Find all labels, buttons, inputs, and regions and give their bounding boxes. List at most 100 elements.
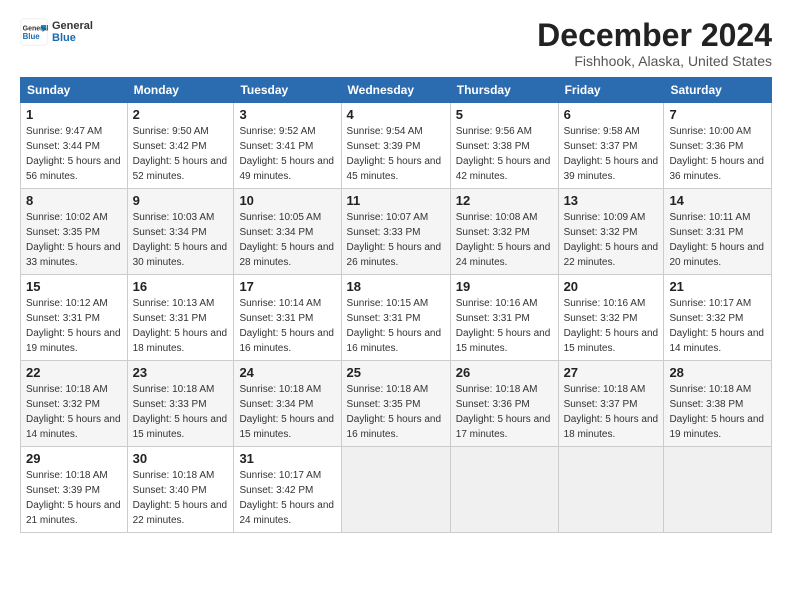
day-number: 27 [564, 365, 659, 380]
day-number: 20 [564, 279, 659, 294]
table-row: 20 Sunrise: 10:16 AMSunset: 3:32 PMDayli… [558, 275, 664, 361]
page: General Blue General Blue December 2024 … [0, 0, 792, 612]
day-number: 15 [26, 279, 122, 294]
table-row: 27 Sunrise: 10:18 AMSunset: 3:37 PMDayli… [558, 361, 664, 447]
day-number: 25 [347, 365, 445, 380]
day-info: Sunrise: 10:13 AMSunset: 3:31 PMDaylight… [133, 296, 229, 356]
day-number: 31 [239, 451, 335, 466]
day-info: Sunrise: 10:18 AMSunset: 3:34 PMDaylight… [239, 382, 335, 442]
day-number: 8 [26, 193, 122, 208]
day-info: Sunrise: 10:18 AMSunset: 3:36 PMDaylight… [456, 382, 553, 442]
calendar-header-row: Sunday Monday Tuesday Wednesday Thursday… [21, 78, 772, 103]
table-row: 29 Sunrise: 10:18 AMSunset: 3:39 PMDayli… [21, 447, 128, 533]
table-row: 17 Sunrise: 10:14 AMSunset: 3:31 PMDayli… [234, 275, 341, 361]
svg-text:Blue: Blue [23, 32, 41, 41]
header: General Blue General Blue December 2024 … [20, 18, 772, 69]
logo-general: General [52, 20, 93, 32]
calendar-week-row: 15 Sunrise: 10:12 AMSunset: 3:31 PMDayli… [21, 275, 772, 361]
table-row: 10 Sunrise: 10:05 AMSunset: 3:34 PMDayli… [234, 189, 341, 275]
day-info: Sunrise: 9:50 AMSunset: 3:42 PMDaylight:… [133, 124, 229, 184]
col-friday: Friday [558, 78, 664, 103]
col-thursday: Thursday [450, 78, 558, 103]
table-row: 9 Sunrise: 10:03 AMSunset: 3:34 PMDaylig… [127, 189, 234, 275]
day-info: Sunrise: 10:18 AMSunset: 3:32 PMDaylight… [26, 382, 122, 442]
day-info: Sunrise: 10:17 AMSunset: 3:42 PMDaylight… [239, 468, 335, 528]
table-row [558, 447, 664, 533]
day-info: Sunrise: 10:00 AMSunset: 3:36 PMDaylight… [669, 124, 766, 184]
day-number: 17 [239, 279, 335, 294]
calendar-week-row: 1 Sunrise: 9:47 AMSunset: 3:44 PMDayligh… [21, 103, 772, 189]
col-wednesday: Wednesday [341, 78, 450, 103]
day-number: 2 [133, 107, 229, 122]
table-row: 1 Sunrise: 9:47 AMSunset: 3:44 PMDayligh… [21, 103, 128, 189]
day-number: 9 [133, 193, 229, 208]
day-info: Sunrise: 9:56 AMSunset: 3:38 PMDaylight:… [456, 124, 553, 184]
calendar-table: Sunday Monday Tuesday Wednesday Thursday… [20, 77, 772, 533]
day-info: Sunrise: 10:18 AMSunset: 3:35 PMDaylight… [347, 382, 445, 442]
table-row: 31 Sunrise: 10:17 AMSunset: 3:42 PMDayli… [234, 447, 341, 533]
logo-icon: General Blue [20, 18, 48, 46]
table-row: 25 Sunrise: 10:18 AMSunset: 3:35 PMDayli… [341, 361, 450, 447]
table-row: 15 Sunrise: 10:12 AMSunset: 3:31 PMDayli… [21, 275, 128, 361]
table-row: 3 Sunrise: 9:52 AMSunset: 3:41 PMDayligh… [234, 103, 341, 189]
day-info: Sunrise: 10:07 AMSunset: 3:33 PMDaylight… [347, 210, 445, 270]
table-row: 2 Sunrise: 9:50 AMSunset: 3:42 PMDayligh… [127, 103, 234, 189]
table-row: 23 Sunrise: 10:18 AMSunset: 3:33 PMDayli… [127, 361, 234, 447]
table-row: 18 Sunrise: 10:15 AMSunset: 3:31 PMDayli… [341, 275, 450, 361]
table-row: 14 Sunrise: 10:11 AMSunset: 3:31 PMDayli… [664, 189, 772, 275]
day-info: Sunrise: 9:52 AMSunset: 3:41 PMDaylight:… [239, 124, 335, 184]
day-number: 3 [239, 107, 335, 122]
table-row: 22 Sunrise: 10:18 AMSunset: 3:32 PMDayli… [21, 361, 128, 447]
day-number: 24 [239, 365, 335, 380]
logo-blue: Blue [52, 32, 93, 44]
day-info: Sunrise: 10:18 AMSunset: 3:40 PMDaylight… [133, 468, 229, 528]
calendar-week-row: 22 Sunrise: 10:18 AMSunset: 3:32 PMDayli… [21, 361, 772, 447]
location: Fishhook, Alaska, United States [537, 53, 772, 69]
day-info: Sunrise: 10:11 AMSunset: 3:31 PMDaylight… [669, 210, 766, 270]
calendar-week-row: 8 Sunrise: 10:02 AMSunset: 3:35 PMDaylig… [21, 189, 772, 275]
day-number: 30 [133, 451, 229, 466]
day-number: 18 [347, 279, 445, 294]
day-number: 14 [669, 193, 766, 208]
day-info: Sunrise: 10:16 AMSunset: 3:31 PMDaylight… [456, 296, 553, 356]
table-row: 28 Sunrise: 10:18 AMSunset: 3:38 PMDayli… [664, 361, 772, 447]
day-info: Sunrise: 10:18 AMSunset: 3:33 PMDaylight… [133, 382, 229, 442]
col-saturday: Saturday [664, 78, 772, 103]
day-info: Sunrise: 10:18 AMSunset: 3:37 PMDaylight… [564, 382, 659, 442]
title-block: December 2024 Fishhook, Alaska, United S… [537, 18, 772, 69]
day-number: 12 [456, 193, 553, 208]
col-sunday: Sunday [21, 78, 128, 103]
day-info: Sunrise: 9:58 AMSunset: 3:37 PMDaylight:… [564, 124, 659, 184]
day-number: 29 [26, 451, 122, 466]
table-row: 12 Sunrise: 10:08 AMSunset: 3:32 PMDayli… [450, 189, 558, 275]
day-info: Sunrise: 10:08 AMSunset: 3:32 PMDaylight… [456, 210, 553, 270]
day-info: Sunrise: 10:17 AMSunset: 3:32 PMDaylight… [669, 296, 766, 356]
day-info: Sunrise: 10:09 AMSunset: 3:32 PMDaylight… [564, 210, 659, 270]
day-info: Sunrise: 9:47 AMSunset: 3:44 PMDaylight:… [26, 124, 122, 184]
day-info: Sunrise: 10:18 AMSunset: 3:39 PMDaylight… [26, 468, 122, 528]
calendar-week-row: 29 Sunrise: 10:18 AMSunset: 3:39 PMDayli… [21, 447, 772, 533]
table-row: 7 Sunrise: 10:00 AMSunset: 3:36 PMDaylig… [664, 103, 772, 189]
day-number: 13 [564, 193, 659, 208]
day-number: 4 [347, 107, 445, 122]
day-number: 10 [239, 193, 335, 208]
day-number: 11 [347, 193, 445, 208]
day-number: 21 [669, 279, 766, 294]
month-title: December 2024 [537, 18, 772, 53]
day-number: 22 [26, 365, 122, 380]
table-row [450, 447, 558, 533]
day-number: 1 [26, 107, 122, 122]
day-info: Sunrise: 10:14 AMSunset: 3:31 PMDaylight… [239, 296, 335, 356]
table-row: 4 Sunrise: 9:54 AMSunset: 3:39 PMDayligh… [341, 103, 450, 189]
day-number: 26 [456, 365, 553, 380]
logo-text: General Blue [52, 20, 93, 44]
day-info: Sunrise: 10:03 AMSunset: 3:34 PMDaylight… [133, 210, 229, 270]
day-info: Sunrise: 10:16 AMSunset: 3:32 PMDaylight… [564, 296, 659, 356]
day-info: Sunrise: 10:15 AMSunset: 3:31 PMDaylight… [347, 296, 445, 356]
day-number: 16 [133, 279, 229, 294]
day-number: 7 [669, 107, 766, 122]
table-row [664, 447, 772, 533]
table-row: 11 Sunrise: 10:07 AMSunset: 3:33 PMDayli… [341, 189, 450, 275]
day-number: 19 [456, 279, 553, 294]
day-number: 6 [564, 107, 659, 122]
